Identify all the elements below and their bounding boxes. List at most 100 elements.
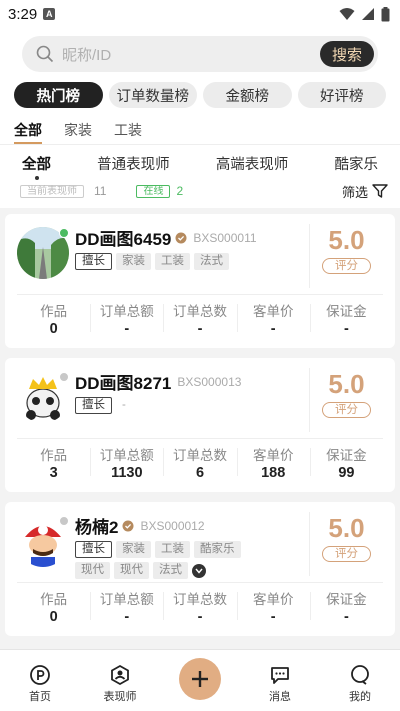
stat-value: 188 [261,465,286,481]
stat-value: - [270,321,276,337]
score-value: 5.0 [328,225,365,255]
offline-indicator [59,372,69,382]
skill-tag: - [122,399,126,411]
skill-tag: 工装 [155,253,190,270]
stat-label: 保证金 [326,304,367,319]
type-kujiale[interactable]: 酷家乐 [334,153,378,174]
stat-value: 3 [49,465,58,481]
designer-type-tabs: 全部 普通表现师 高端表现师 酷家乐 [0,144,400,180]
chevron-down-icon [195,568,203,574]
tab-messages[interactable]: 消息 [240,650,320,711]
skill-tag: 酷家乐 [194,541,241,558]
plus-icon [192,671,208,687]
tab-designers[interactable]: 表现师 [80,650,160,711]
stat-value: 1130 [111,465,143,481]
stat-value: - [270,609,276,625]
stat-label: 作品 [40,592,68,607]
stats-row: 作品 3 订单总额 1130 订单总数 6 客单价 188 保证金 99 [17,439,383,481]
tab-messages-label: 消息 [269,691,291,703]
top-area: 昵称/ID 搜索 热门榜 订单数量榜 金额榜 好评榜 全部 家装 工装 [0,28,400,144]
verified-badge-icon [122,520,134,531]
score-box: 5.0 评分 [309,224,383,288]
stat-label: 订单总额 [99,592,154,607]
stat-value: - [197,321,203,337]
score-box: 5.0 评分 [309,368,383,432]
designer-card[interactable]: DD画图6459 BXS000011 擅长 家装 工装 法式 5.0 评分 作品… [5,214,395,348]
skill-tag: 现代 [114,562,149,579]
notification-icon: A [43,8,56,20]
stat-value: - [124,321,130,337]
rank-tabs: 热门榜 订单数量榜 金额榜 好评榜 [14,82,386,108]
stat-label: 客单价 [252,448,294,463]
tab-home-label: 首页 [29,691,51,703]
wifi-icon [339,8,355,20]
skill-tags: 擅长 家装 工装 法式 [75,253,275,270]
skill-tag: 家装 [116,541,151,558]
score-box: 5.0 评分 [309,512,383,576]
designer-code: BXS000011 [193,230,257,245]
skill-tag: 擅长 [75,253,112,270]
designer-card[interactable]: 杨楠2 BXS000012 擅长 家装 工装 酷家乐 现代 现代 法式 5.0 … [5,502,395,636]
stat-label: 订单总额 [99,448,154,463]
stat-label: 客单价 [252,592,294,607]
stat-label: 作品 [40,448,68,463]
expand-tags-button[interactable] [192,564,206,578]
stat-label: 保证金 [326,448,367,463]
message-icon [271,667,289,684]
type-all[interactable]: 全部 [22,153,51,180]
skill-tags: 擅长 - [75,397,275,414]
score-label: 评分 [322,258,371,274]
tab-mine-label: 我的 [349,691,371,703]
search-button[interactable]: 搜索 [319,41,374,67]
battery-icon [381,6,390,21]
score-label: 评分 [322,546,371,562]
search-bar[interactable]: 昵称/ID 搜索 [22,36,378,72]
designer-list: DD画图6459 BXS000011 擅长 家装 工装 法式 5.0 评分 作品… [0,208,400,636]
status-time: 3:29 [8,5,38,23]
skill-tag: 工装 [155,541,190,558]
type-normal[interactable]: 普通表现师 [97,153,170,174]
stat-value: 0 [49,321,58,337]
tab-home[interactable]: 首页 [0,650,80,711]
category-commercial[interactable]: 工装 [114,120,142,144]
bottom-tab-bar: 首页 表现师 消息 我的 [0,649,400,711]
stat-value: - [197,609,203,625]
skill-tag: 擅长 [75,397,112,414]
stat-label: 作品 [40,304,68,319]
search-input[interactable]: 昵称/ID [62,44,320,65]
tab-good-review[interactable]: 好评榜 [297,82,386,108]
status-bar: 3:29 A [0,0,400,28]
tab-hot[interactable]: 热门榜 [14,82,103,108]
skill-tag: 擅长 [75,541,112,558]
tab-order-count[interactable]: 订单数量榜 [108,82,197,108]
publish-tab [160,650,240,711]
search-icon [36,45,54,63]
stats-row: 作品 0 订单总额 - 订单总数 - 客单价 - 保证金 - [17,295,383,337]
verified-badge-icon [175,232,187,243]
online-count: 2 [176,184,184,198]
skill-tag: 现代 [75,562,110,579]
filter-bar: 当前表现师 11 在线 2 筛选 [0,180,400,208]
stat-label: 订单总数 [173,448,227,463]
type-premium[interactable]: 高端表现师 [216,153,289,174]
tab-mine[interactable]: 我的 [320,650,400,711]
designer-code: BXS000012 [140,518,205,533]
stat-label: 订单总数 [173,304,227,319]
home-icon [30,665,50,685]
online-indicator [59,228,69,238]
filter-button[interactable]: 筛选 [342,182,388,201]
skill-tags: 擅长 家装 工装 酷家乐 现代 现代 法式 [75,541,275,579]
signal-icon [362,8,374,20]
category-home[interactable]: 家装 [64,120,92,144]
stat-label: 保证金 [326,592,367,607]
tab-designers-label: 表现师 [103,691,137,703]
online-chip: 在线 [136,184,171,198]
designer-card[interactable]: DD画图8271 BXS000013 擅长 - 5.0 评分 作品 3 订单总额 1… [5,358,395,492]
tab-amount[interactable]: 金额榜 [203,82,292,108]
category-all[interactable]: 全部 [14,120,42,144]
score-label: 评分 [322,402,371,418]
stat-value: - [124,609,130,625]
add-button[interactable] [179,658,221,700]
filter-icon [372,184,388,198]
stat-value: - [343,321,349,337]
